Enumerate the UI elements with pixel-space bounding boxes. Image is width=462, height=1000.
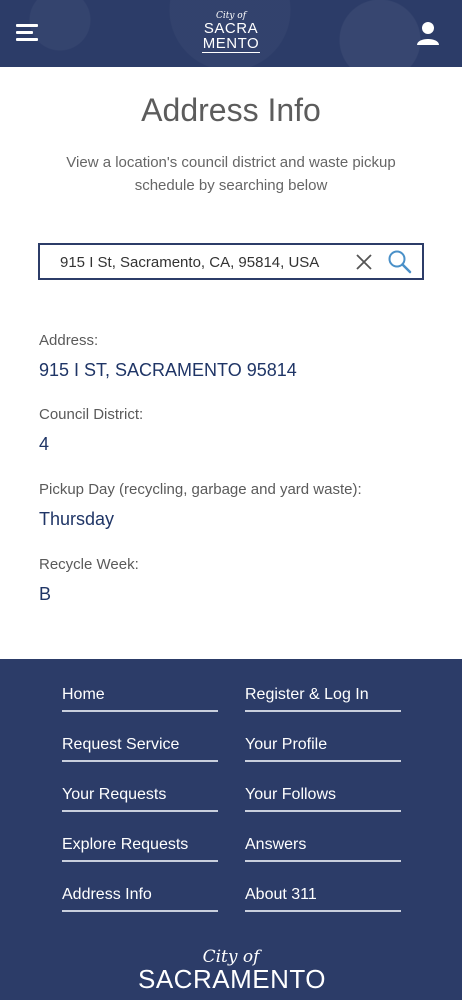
logo-line-2: MENTO: [202, 35, 260, 52]
pickup-day-label: Pickup Day (recycling, garbage and yard …: [39, 481, 362, 498]
city-logo[interactable]: City of SACRA MENTO: [196, 12, 266, 56]
footer-link-about-311[interactable]: About 311: [245, 884, 401, 912]
page-subtitle: View a location's council district and w…: [66, 154, 396, 194]
footer-link-your-requests[interactable]: Your Requests: [62, 784, 218, 812]
close-icon[interactable]: [354, 252, 374, 272]
footer-link-home[interactable]: Home: [62, 684, 218, 712]
footer-link-your-profile[interactable]: Your Profile: [245, 734, 401, 762]
logo-line-1: SACRA: [203, 20, 259, 37]
recycle-week-value: B: [39, 584, 52, 604]
recycle-result: Recycle Week: B: [39, 555, 439, 606]
footer-logo-sacramento: SACRAMENTO: [138, 964, 326, 994]
footer-link-answers[interactable]: Answers: [245, 834, 401, 862]
hamburger-menu-icon[interactable]: [14, 22, 40, 44]
address-label: Address:: [39, 332, 99, 349]
district-result: Council District: 4: [39, 405, 439, 456]
address-search-input[interactable]: [60, 251, 350, 273]
pickup-result: Pickup Day (recycling, garbage and yard …: [39, 480, 439, 531]
address-search-box: [38, 243, 424, 280]
search-icon[interactable]: [387, 249, 413, 275]
footer-link-explore-requests[interactable]: Explore Requests: [62, 834, 218, 862]
footer-link-address-info[interactable]: Address Info: [62, 884, 218, 912]
council-district-label: Council District:: [39, 406, 144, 423]
address-value: 915 I ST, SACRAMENTO 95814: [39, 360, 297, 380]
app-header: City of SACRA MENTO: [0, 0, 462, 67]
page-title: Address Info: [141, 92, 321, 128]
footer-link-register-log-in[interactable]: Register & Log In: [245, 684, 401, 712]
address-result: Address: 915 I ST, SACRAMENTO 95814: [39, 331, 439, 382]
footer-link-your-follows[interactable]: Your Follows: [245, 784, 401, 812]
recycle-week-label: Recycle Week:: [39, 556, 139, 573]
footer-link-request-service[interactable]: Request Service: [62, 734, 218, 762]
user-icon[interactable]: [414, 20, 442, 48]
footer-city-logo[interactable]: City of SACRAMENTO: [138, 948, 326, 996]
council-district-value: 4: [39, 434, 50, 454]
logo-underline: [202, 52, 260, 53]
pickup-day-value: Thursday: [39, 509, 115, 529]
